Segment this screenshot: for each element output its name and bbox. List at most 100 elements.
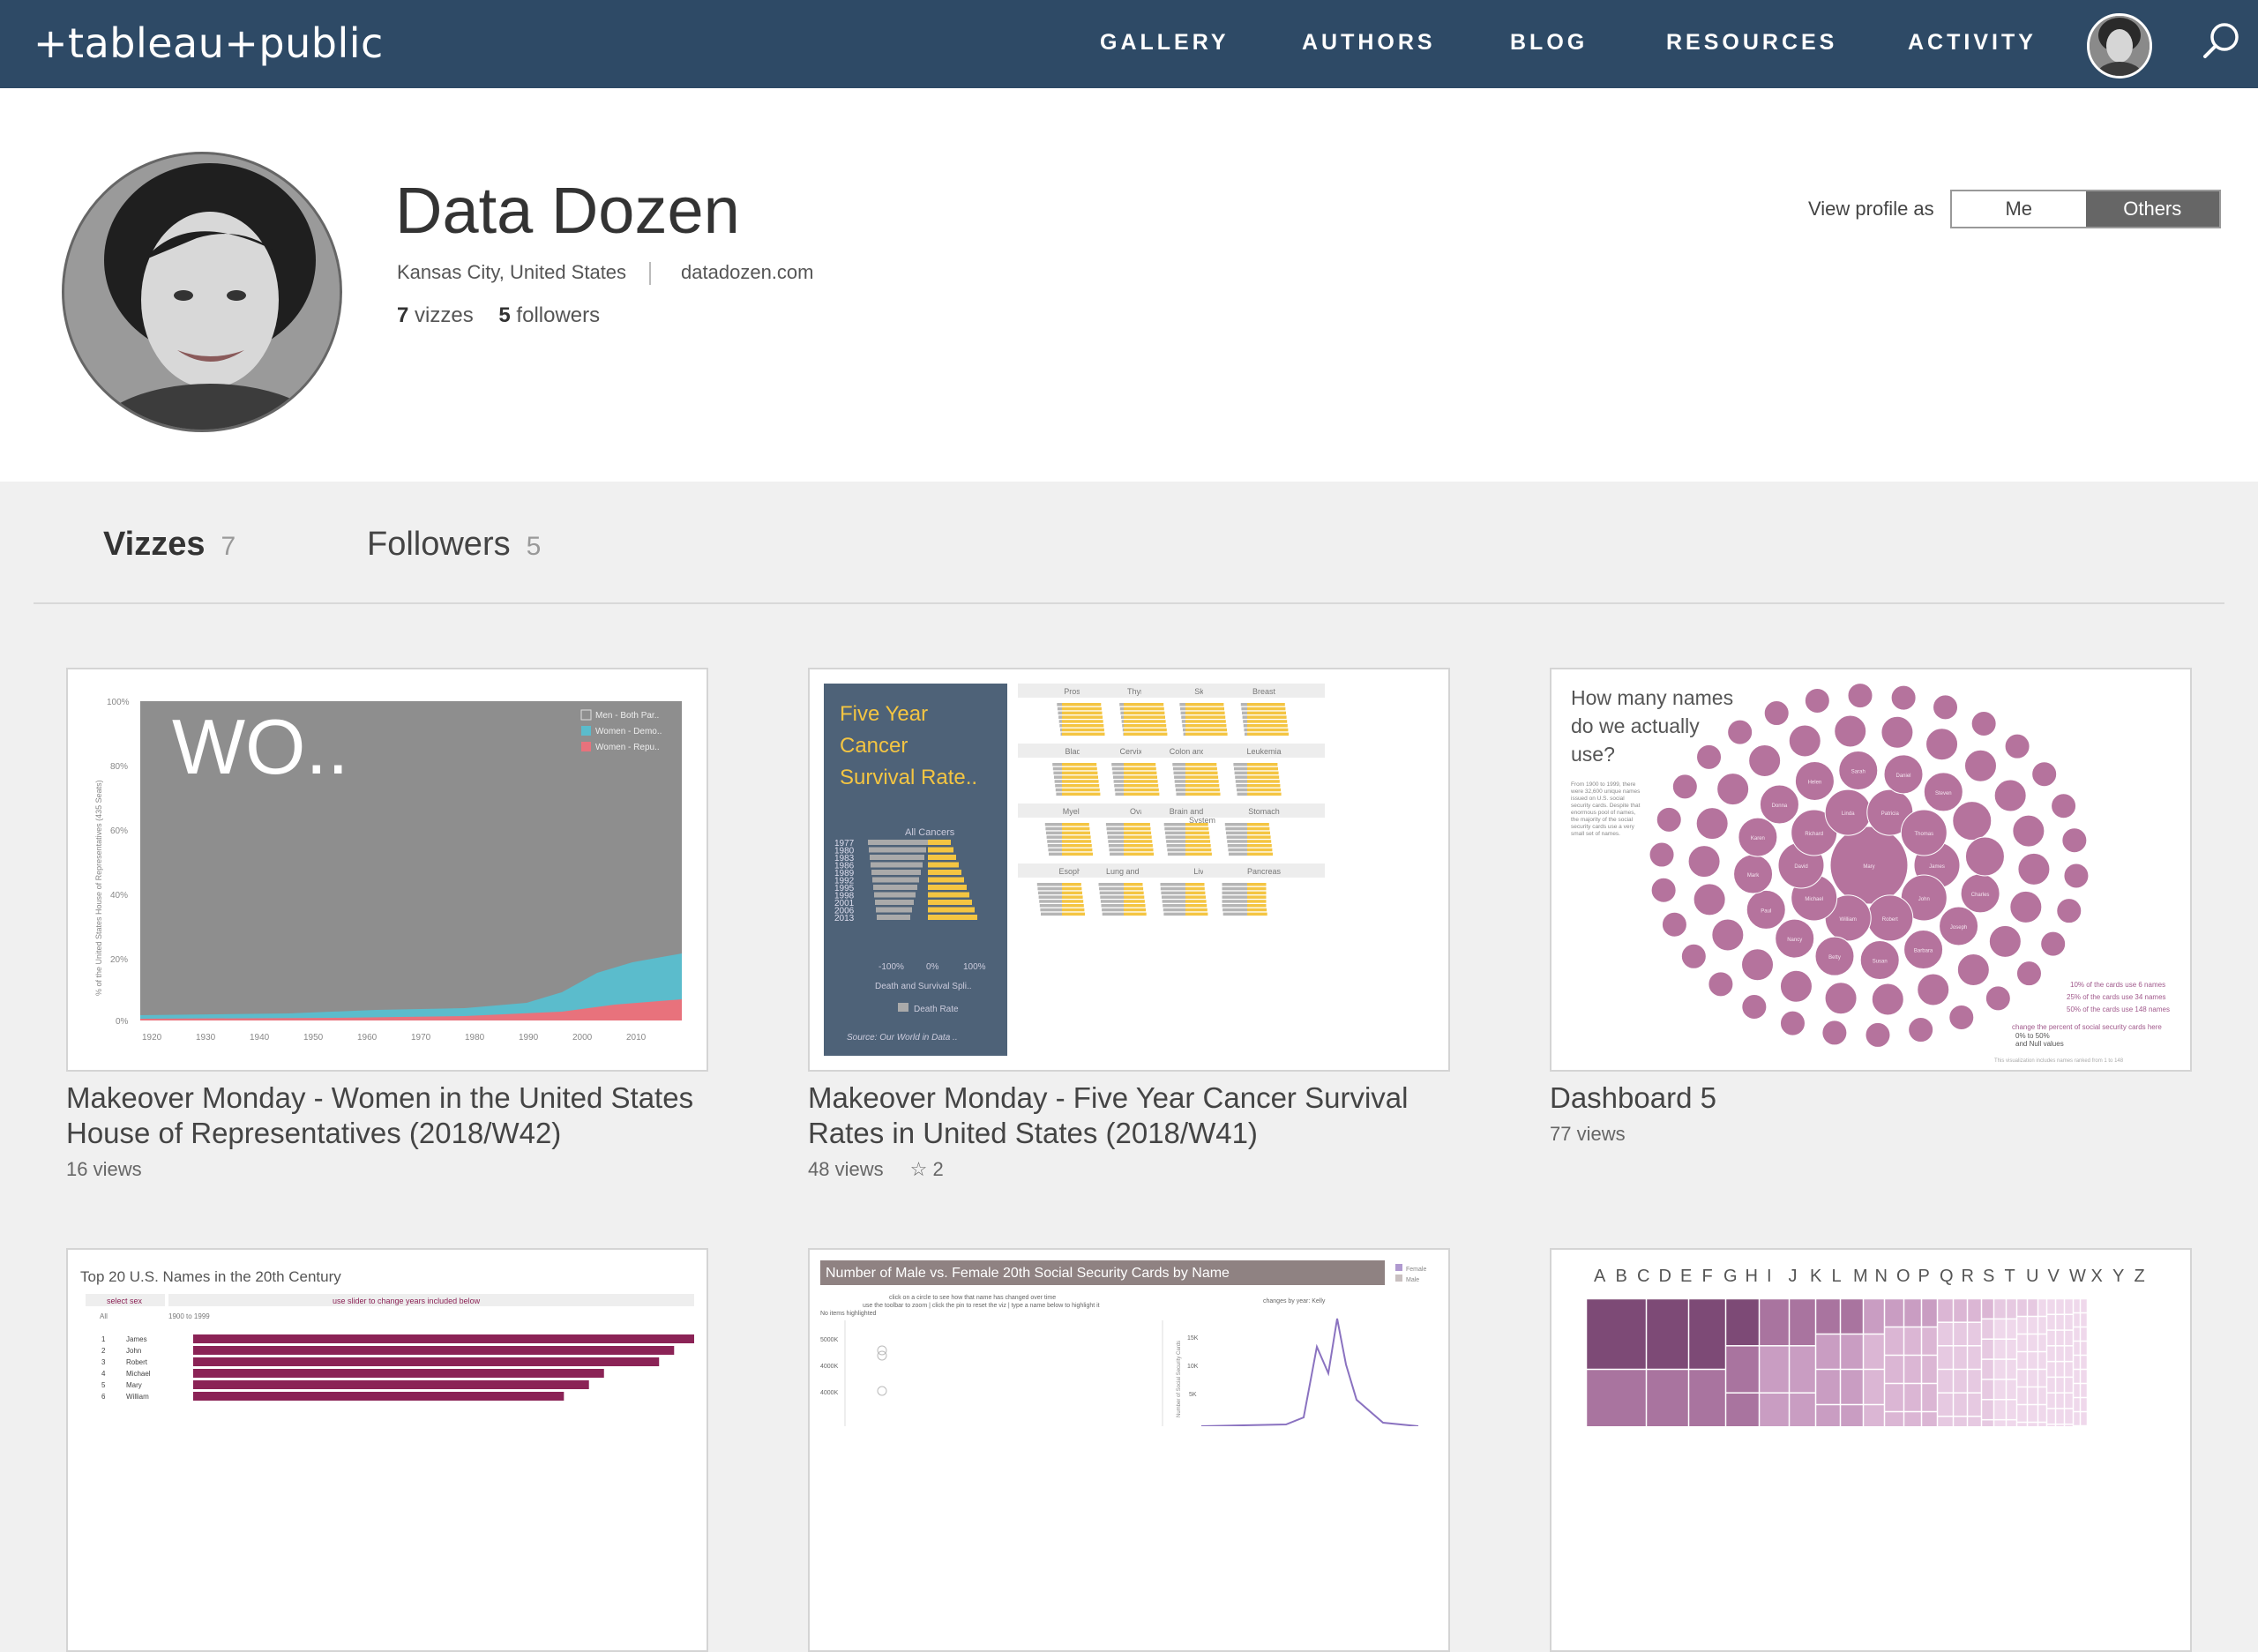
name-bubble[interactable] bbox=[1917, 973, 1950, 1006]
name-circle[interactable] bbox=[877, 1350, 887, 1361]
treemap-tile[interactable] bbox=[1981, 1359, 1994, 1379]
sex-filter-value[interactable]: All bbox=[100, 1312, 108, 1320]
treemap-tile[interactable] bbox=[1815, 1404, 1841, 1426]
treemap-tile[interactable] bbox=[2016, 1316, 2028, 1334]
name-bubble[interactable] bbox=[1890, 684, 1917, 711]
treemap-tile[interactable] bbox=[2073, 1355, 2081, 1370]
name-bubble[interactable] bbox=[1711, 918, 1745, 952]
viz-thumbnail[interactable]: Top 20 U.S. Names in the 20th Century se… bbox=[66, 1248, 708, 1652]
treemap-tile[interactable] bbox=[2073, 1411, 2081, 1426]
treemap-tile[interactable] bbox=[1953, 1346, 1968, 1370]
letter-filter[interactable]: V bbox=[2048, 1267, 2060, 1286]
name-bubble[interactable] bbox=[1964, 836, 2005, 877]
name-bubble[interactable] bbox=[1988, 924, 2022, 958]
treemap-tile[interactable] bbox=[1993, 1379, 2007, 1400]
treemap-tile[interactable] bbox=[1993, 1400, 2007, 1420]
letter-filter[interactable]: I bbox=[1767, 1267, 1772, 1286]
treemap-tile[interactable] bbox=[1884, 1383, 1904, 1412]
letter-filter[interactable]: O bbox=[1896, 1267, 1910, 1286]
name-bubble[interactable] bbox=[1871, 983, 1904, 1016]
letter-filter[interactable]: J bbox=[1789, 1267, 1798, 1286]
treemap-tile[interactable] bbox=[2080, 1298, 2088, 1313]
name-bubble[interactable] bbox=[1650, 877, 1677, 903]
treemap-tile[interactable] bbox=[2016, 1369, 2028, 1387]
treemap-tile[interactable] bbox=[2055, 1314, 2065, 1330]
sex-filter-label[interactable]: select sex bbox=[107, 1297, 143, 1305]
treemap-tile[interactable] bbox=[2073, 1327, 2081, 1342]
name-bubble[interactable] bbox=[1696, 744, 1723, 770]
treemap-tile[interactable] bbox=[2080, 1369, 2088, 1384]
treemap-tile[interactable] bbox=[2037, 1422, 2047, 1426]
treemap-tile[interactable] bbox=[1903, 1411, 1922, 1426]
cancer-panel[interactable]: Leukemia bbox=[1203, 744, 1325, 796]
treemap-tile[interactable] bbox=[1789, 1298, 1816, 1346]
treemap-tile[interactable] bbox=[2046, 1424, 2056, 1426]
name-bar[interactable] bbox=[193, 1357, 660, 1366]
treemap-tile[interactable] bbox=[1967, 1346, 1982, 1370]
treemap-tile[interactable] bbox=[2027, 1351, 2038, 1370]
treemap-tile[interactable] bbox=[1586, 1298, 1647, 1370]
nav-gallery[interactable]: GALLERY bbox=[1100, 30, 1230, 56]
treemap-tile[interactable] bbox=[2027, 1387, 2038, 1405]
treemap-tile[interactable] bbox=[1953, 1298, 1968, 1322]
treemap-tile[interactable] bbox=[1953, 1393, 1968, 1417]
treemap-tile[interactable] bbox=[1863, 1298, 1885, 1334]
treemap-tile[interactable] bbox=[2080, 1397, 2088, 1412]
treemap-tile[interactable] bbox=[1789, 1346, 1816, 1393]
treemap-tile[interactable] bbox=[1937, 1298, 1954, 1322]
treemap-tile[interactable] bbox=[1937, 1369, 1954, 1393]
treemap-tile[interactable] bbox=[2006, 1419, 2017, 1426]
treemap-tile[interactable] bbox=[1863, 1404, 1885, 1426]
treemap-tile[interactable] bbox=[2016, 1351, 2028, 1370]
treemap-tile[interactable] bbox=[1967, 1393, 1982, 1417]
control-option[interactable]: and Null values bbox=[2015, 1040, 2064, 1048]
treemap-tile[interactable] bbox=[2027, 1298, 2038, 1317]
letter-filter[interactable]: X bbox=[2091, 1267, 2103, 1286]
viz-card[interactable]: ABCDEFGHIJKLMNOPQRSTUVWXYZ bbox=[1550, 1248, 2192, 1652]
treemap-tile[interactable] bbox=[2055, 1330, 2065, 1346]
treemap-tile[interactable] bbox=[2064, 1424, 2074, 1426]
treemap-tile[interactable] bbox=[1993, 1298, 2007, 1319]
treemap-tile[interactable] bbox=[1937, 1322, 1954, 1346]
treemap-tile[interactable] bbox=[2064, 1393, 2074, 1409]
treemap-tile[interactable] bbox=[2046, 1377, 2056, 1393]
letter-filter[interactable]: K bbox=[1810, 1267, 1822, 1286]
name-bubble[interactable] bbox=[2061, 827, 2088, 854]
year-range-value[interactable]: 1900 to 1999 bbox=[168, 1312, 210, 1320]
name-bubble[interactable] bbox=[2004, 733, 2030, 759]
treemap-tile[interactable] bbox=[2080, 1312, 2088, 1327]
treemap-tile[interactable] bbox=[2006, 1298, 2017, 1319]
control-option[interactable]: 0% to 50% bbox=[2015, 1032, 2050, 1040]
viz-card[interactable]: Number of Male vs. Female 20th Social Se… bbox=[808, 1248, 1450, 1652]
letter-filter[interactable]: R bbox=[1962, 1267, 1974, 1286]
name-bubble[interactable] bbox=[1741, 948, 1775, 982]
name-bubble[interactable] bbox=[2015, 961, 2042, 987]
treemap-tile[interactable] bbox=[1903, 1298, 1922, 1327]
treemap-tile[interactable] bbox=[2027, 1316, 2038, 1334]
treemap-tile[interactable] bbox=[2016, 1387, 2028, 1405]
treemap-tile[interactable] bbox=[1840, 1404, 1864, 1426]
treemap-tile[interactable] bbox=[1953, 1417, 1968, 1426]
treemap-tile[interactable] bbox=[1993, 1419, 2007, 1426]
name-bubble[interactable] bbox=[1865, 1021, 1891, 1048]
name-bubble[interactable] bbox=[1933, 694, 1959, 721]
treemap-tile[interactable] bbox=[1981, 1419, 1994, 1426]
treemap-tile[interactable] bbox=[1993, 1319, 2007, 1339]
treemap-tile[interactable] bbox=[2027, 1369, 2038, 1387]
letter-filter[interactable]: G bbox=[1723, 1267, 1738, 1286]
treemap-tile[interactable] bbox=[2046, 1346, 2056, 1362]
treemap-tile[interactable] bbox=[2027, 1334, 2038, 1352]
name-bubble[interactable] bbox=[2031, 761, 2058, 788]
viz-thumbnail[interactable]: Five Year Cancer Survival Rate.. All Can… bbox=[808, 668, 1450, 1072]
treemap-tile[interactable] bbox=[2046, 1361, 2056, 1378]
name-bubble[interactable] bbox=[1656, 806, 1682, 833]
treemap-tile[interactable] bbox=[2046, 1314, 2056, 1330]
letter-filter[interactable]: M bbox=[1853, 1267, 1868, 1286]
viz-thumbnail[interactable]: Number of Male vs. Female 20th Social Se… bbox=[808, 1248, 1450, 1652]
treemap-tile[interactable] bbox=[2006, 1319, 2017, 1339]
treemap-tile[interactable] bbox=[1921, 1383, 1938, 1412]
treemap-tile[interactable] bbox=[2055, 1393, 2065, 1409]
name-bubble[interactable] bbox=[1763, 700, 1790, 727]
treemap-tile[interactable] bbox=[1725, 1346, 1760, 1393]
treemap-tile[interactable] bbox=[2064, 1298, 2074, 1315]
